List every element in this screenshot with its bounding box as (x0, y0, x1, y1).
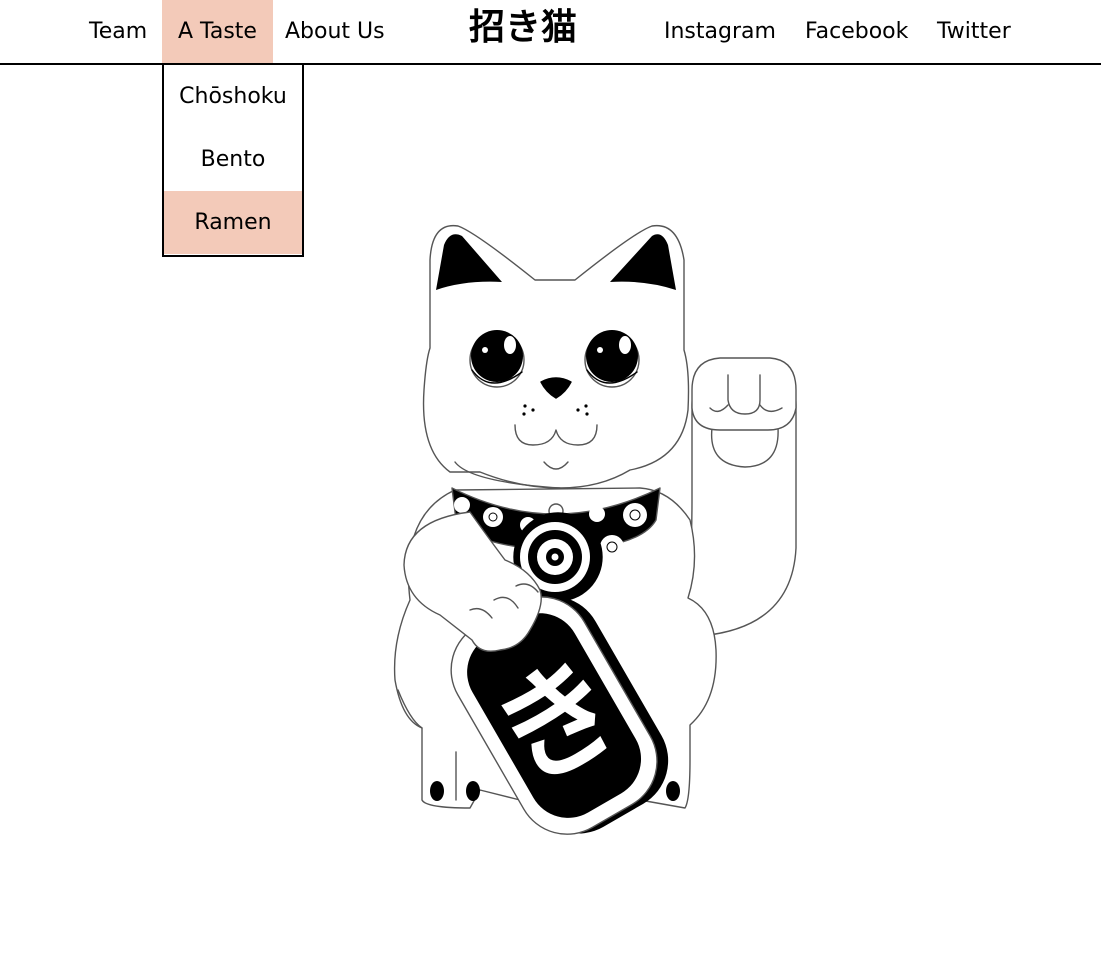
nav-link-facebook[interactable]: Facebook (789, 0, 924, 63)
dropdown-item-choshoku[interactable]: Chōshoku (164, 65, 302, 128)
dropdown-item-ramen[interactable]: Ramen (164, 191, 302, 254)
dropdown-item-bento[interactable]: Bento (164, 128, 302, 191)
a-taste-dropdown-menu: Chōshoku Bento Ramen (162, 65, 304, 257)
raised-paw (691, 357, 797, 431)
top-navigation-bar: Team A Taste About Us 招き猫 Instagram Face… (0, 0, 1101, 65)
nav-link-twitter[interactable]: Twitter (921, 0, 1027, 63)
maneki-neko-illustration: き (393, 224, 797, 835)
nav-link-instagram[interactable]: Instagram (648, 0, 792, 63)
site-logo[interactable]: 招き猫 (440, 0, 606, 63)
nav-link-team[interactable]: Team (73, 0, 163, 63)
nav-link-a-taste[interactable]: A Taste (162, 0, 273, 63)
nav-link-about-us[interactable]: About Us (269, 0, 401, 63)
